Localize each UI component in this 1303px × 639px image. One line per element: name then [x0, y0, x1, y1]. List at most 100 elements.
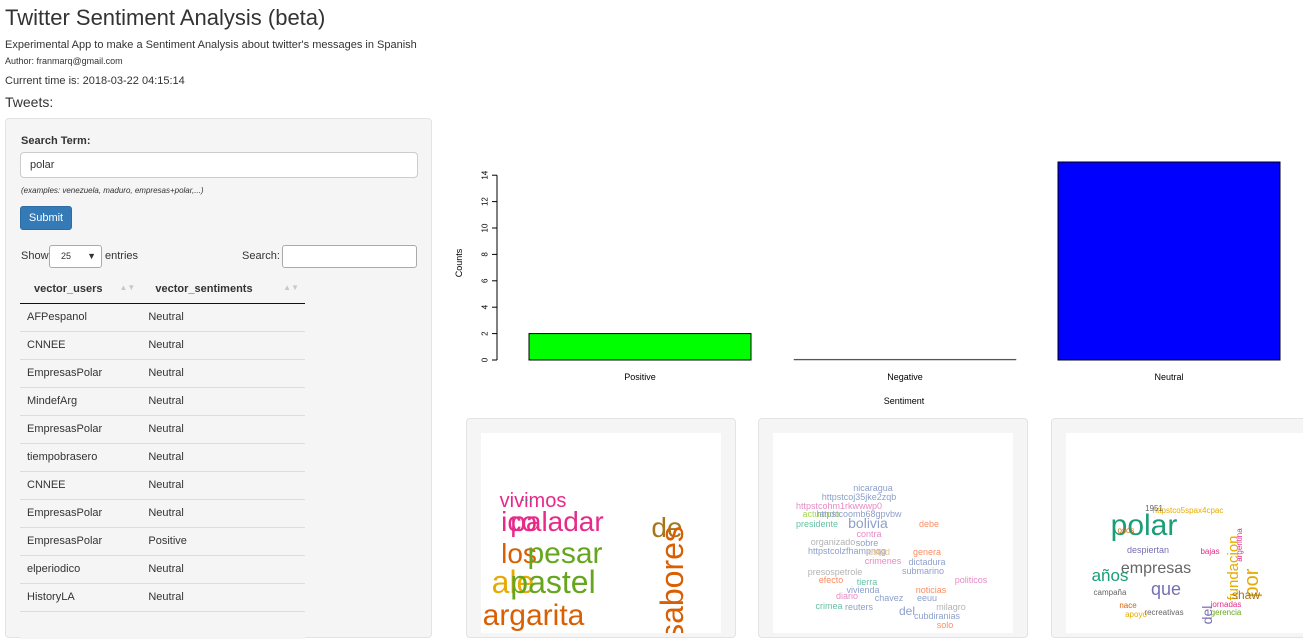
y-tick-label: 6	[481, 278, 490, 283]
tweets-heading: Tweets:	[5, 94, 54, 110]
wordcloud-word: paladar	[510, 506, 603, 537]
wordcloud-word: margarita	[481, 599, 585, 632]
y-tick-label: 0	[481, 357, 490, 362]
cell-sentiment: Neutral	[141, 386, 305, 415]
wordcloud-word: diario	[836, 591, 858, 601]
column-header-label: vector_users	[34, 282, 103, 295]
wordcloud-panel-negative: nicaragua httpstcoj35jke2zqb httpstcohm1rk…	[758, 418, 1028, 638]
show-label: Show	[21, 250, 49, 262]
wordcloud-word: crimea	[815, 601, 842, 611]
cell-sentiment: Neutral	[141, 330, 305, 359]
cell-sentiment: Neutral	[141, 414, 305, 443]
wordcloud-word: debe	[919, 519, 939, 529]
wordcloud-word: politicos	[955, 575, 988, 585]
x-axis-title: Sentiment	[884, 396, 925, 406]
cell-sentiment: Neutral	[141, 442, 305, 471]
bar-positive	[528, 333, 752, 361]
wordcloud-panel-neutral: httpstco5spax4cpac polar 1951 osos despierta…	[1051, 418, 1303, 638]
wordcloud-word: recreativas	[1144, 608, 1183, 617]
search-term-input[interactable]: polar	[20, 152, 418, 178]
page-title: Twitter Sentiment Analysis (beta)	[5, 5, 326, 30]
wordcloud-word: ...	[521, 488, 533, 504]
y-tick-label: 10	[481, 223, 490, 232]
cell-user: EmpresasPolar	[20, 358, 142, 387]
cell-sentiment: Neutral	[141, 303, 305, 331]
cell-user: tiempobrasero	[20, 442, 142, 471]
wordcloud-word: reuters	[845, 602, 874, 612]
cell-user: HistoryLA	[20, 582, 142, 611]
wordcloud-word: submarino	[902, 566, 944, 576]
wordcloud-word: genera	[913, 547, 941, 557]
cell-user	[20, 610, 142, 639]
y-tick-label: 4	[481, 304, 490, 309]
wordcloud-word: despiertan	[1127, 545, 1169, 555]
wordcloud-word: efecto	[819, 575, 844, 585]
wordcloud-word: nace	[1119, 601, 1137, 610]
wordcloud-word: eeuu	[917, 593, 937, 603]
app-subtitle: Experimental App to make a Sentiment Ana…	[5, 39, 417, 51]
current-time-text: Current time is: 2018-03-22 04:15:14	[5, 75, 185, 87]
sort-icon: ▲▼	[283, 283, 299, 292]
wordcloud-word: gerencia	[1211, 608, 1242, 617]
author-text: Author: franmarq@gmail.com	[5, 56, 123, 66]
wordcloud-neutral: httpstco5spax4cpacpolar1951ososdespierta…	[1092, 504, 1263, 624]
search-term-label: Search Term:	[21, 135, 91, 147]
table-row: EmpresasPolar Positive	[20, 526, 305, 555]
y-tick-label: 8	[481, 252, 490, 257]
column-header-users[interactable]: vector_users ▲▼	[20, 275, 142, 304]
table-search-label: Search:	[242, 250, 280, 262]
x-tick-label: Negative	[887, 372, 923, 382]
sidebar-panel: Search Term: polar (examples: venezuela,…	[5, 118, 432, 639]
table-search-input[interactable]	[282, 245, 417, 268]
table-row: EmpresasPolar Neutral	[20, 498, 305, 527]
cell-sentiment: Neutral	[141, 582, 305, 611]
cell-sentiment: Neutral	[141, 358, 305, 387]
table-row: EmpresasPolar Neutral	[20, 414, 305, 443]
x-tick-label: Neutral	[1154, 372, 1183, 382]
search-examples-hint: (examples: venezuela, maduro, empresas+p…	[21, 186, 204, 195]
cell-sentiment	[141, 610, 305, 639]
table-row: CNNEE Neutral	[20, 330, 305, 359]
x-tick-label: Positive	[624, 372, 656, 382]
entries-length-select[interactable]: 25 ▼	[49, 245, 102, 268]
cell-user: EmpresasPolar	[20, 526, 142, 555]
wordcloud-word: apoyo	[1125, 610, 1147, 619]
wordcloud-positive: vivimos...icopaladar delospesar saboresale…	[481, 488, 690, 633]
y-axis-title: Counts	[454, 248, 464, 277]
cell-sentiment: Positive	[141, 526, 305, 555]
table-row	[20, 610, 305, 639]
wordcloud-word: campaña	[1094, 588, 1127, 597]
entries-length-value: 25	[61, 251, 72, 261]
sentiment-bar-chart: 0 2 4 6 8 10 12 14 Positive Negative Neutral Sentim…	[454, 161, 1281, 406]
table-row: HistoryLA Neutral	[20, 582, 305, 611]
wordcloud-word: chavez	[875, 593, 904, 603]
column-header-label: vector_sentiments	[155, 282, 253, 295]
wordcloud-negative: nicaraguahttpstcoj35jke2zqbhttpstcohm1rk…	[796, 483, 988, 630]
cell-user: EmpresasPolar	[20, 498, 142, 527]
column-header-sentiments[interactable]: vector_sentiments ▲▼	[141, 275, 305, 304]
y-tick-label: 2	[481, 331, 490, 336]
table-row: CNNEE Neutral	[20, 470, 305, 499]
bar-negative	[793, 358, 1017, 361]
table-row: EmpresasPolar Neutral	[20, 358, 305, 387]
cell-sentiment: Neutral	[141, 498, 305, 527]
tweets-table: vector_users ▲▼ vector_sentiments ▲▼ AFP…	[20, 275, 305, 639]
cell-user: AFPespanol	[20, 303, 142, 331]
wordcloud-word: osos	[1118, 526, 1135, 535]
y-tick-label: 12	[481, 197, 490, 206]
wordcloud-word: presidente	[796, 519, 838, 529]
wordcloud-word: sabores	[654, 526, 690, 633]
table-row: AFPespanol Neutral	[20, 303, 305, 331]
submit-button[interactable]: Submit	[20, 206, 72, 230]
wordcloud-word: crimenes	[865, 556, 902, 566]
wordcloud-word: solo	[937, 620, 954, 630]
y-tick-label: 14	[481, 170, 490, 179]
sort-icon: ▲▼	[119, 283, 136, 292]
cell-user: elperiodico	[20, 554, 142, 583]
table-row: MindefArg Neutral	[20, 386, 305, 415]
wordcloud-word: bajas	[1200, 547, 1219, 556]
wordcloud-word: del	[899, 604, 915, 618]
wordcloud-word: empresas	[1121, 560, 1191, 577]
wordcloud-panel-positive: vivimos... ico paladar de los pesar sabores ale…	[466, 418, 736, 638]
cell-sentiment: Neutral	[141, 554, 305, 583]
